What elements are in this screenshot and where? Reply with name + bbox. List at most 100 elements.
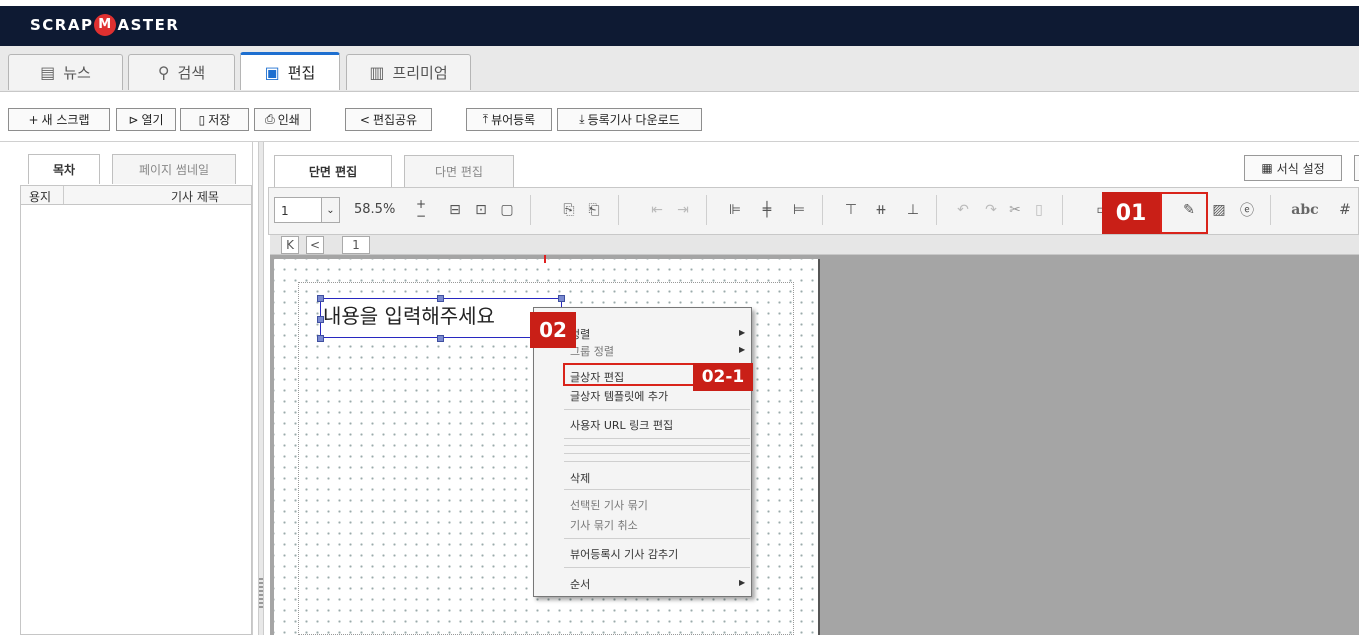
open-label: 열기	[141, 113, 164, 127]
left-panel-border	[252, 142, 253, 635]
editor-tab-bar: 단면 편집 다면 편집	[264, 142, 1359, 187]
paste-icon[interactable]: ▯	[1030, 199, 1048, 221]
annotation-step-01: 01	[1102, 192, 1160, 234]
panel-splitter[interactable]	[258, 142, 264, 635]
align-center-icon[interactable]: ╪	[758, 199, 776, 221]
download-articles-label: 등록기사 다운로드	[587, 113, 680, 127]
menu-item-group-articles[interactable]: 선택된 기사 묶기	[570, 497, 648, 513]
tab-search[interactable]: ⚲ 검색	[128, 54, 235, 90]
first-page-button[interactable]: K	[281, 236, 299, 254]
tab-multi-edit-label: 다면 편집	[435, 165, 483, 179]
open-button[interactable]: ⊳ 열기	[116, 108, 176, 131]
download-articles-button[interactable]: ⤓ 등록기사 다운로드	[557, 108, 702, 131]
add-page-icon[interactable]: ⎘	[560, 199, 578, 221]
menu-item-ungroup-articles[interactable]: 기사 묶기 취소	[570, 517, 638, 533]
toolbar-divider	[936, 195, 937, 225]
left-panel: 목차 페이지 썸네일 용지 기사 제목	[20, 142, 252, 635]
tab-premium-label: 프리미엄	[392, 64, 448, 82]
page-number-tab[interactable]: 1	[342, 236, 370, 254]
format-settings-label: 서식 설정	[1276, 161, 1325, 176]
menu-item-delete[interactable]: 삭제	[570, 470, 590, 486]
submenu-arrow-icon: ▶	[739, 345, 746, 354]
menu-separator	[564, 409, 750, 410]
save-button[interactable]: ▯ 저장	[180, 108, 249, 131]
center-guide-mark	[544, 255, 546, 263]
more-button[interactable]	[1354, 155, 1359, 181]
share-edit-button[interactable]: < 편집공유	[345, 108, 432, 131]
toolbar-divider	[822, 195, 823, 225]
image-icon[interactable]: ▨	[1210, 199, 1228, 221]
tab-search-label: 검색	[177, 64, 206, 82]
grid-icon[interactable]: #	[1336, 199, 1354, 221]
menu-separator	[564, 453, 750, 454]
viewer-register-button[interactable]: ⤒ 뷰어등록	[466, 108, 552, 131]
next-page-icon[interactable]: ⇥	[674, 199, 692, 221]
resize-handle[interactable]	[317, 316, 324, 323]
toc-list[interactable]	[20, 205, 252, 635]
annotation-step-02-1: 02-1	[693, 363, 753, 391]
chevron-down-icon[interactable]: ⌄	[321, 198, 339, 222]
align-middle-icon[interactable]: ⧺	[872, 199, 890, 221]
logo-text-left: SCRAP	[30, 16, 94, 34]
tab-single-edit[interactable]: 단면 편집	[274, 155, 392, 187]
format-settings-button[interactable]: ▦ 서식 설정	[1244, 155, 1342, 181]
tab-edit[interactable]: ▣ 편집	[240, 52, 340, 90]
menu-item-group-align[interactable]: 그룹 정렬	[570, 343, 614, 359]
newspaper-icon: ▤	[40, 63, 56, 82]
menu-separator	[564, 489, 750, 490]
tab-toc[interactable]: 목차	[28, 154, 100, 184]
tab-edit-label: 편집	[287, 64, 316, 82]
undo-icon[interactable]: ↶	[954, 199, 972, 221]
prev-page-icon[interactable]: ⇤	[648, 199, 666, 221]
header-top-strip	[0, 0, 1359, 6]
tab-news[interactable]: ▤ 뉴스	[8, 54, 123, 90]
menu-separator	[564, 445, 750, 446]
page-select-value: 1	[281, 204, 289, 218]
menu-item-add-textbox-template[interactable]: 글상자 템플릿에 추가	[570, 388, 668, 404]
annotation-step-02: 02	[530, 312, 576, 348]
menu-item-hide-on-viewer[interactable]: 뷰어등록시 기사 감추기	[570, 546, 678, 562]
menu-item-order[interactable]: 순서	[570, 576, 590, 592]
logo-m-circle: M	[94, 14, 117, 36]
tab-multi-edit[interactable]: 다면 편집	[404, 155, 514, 187]
col-divider	[63, 186, 64, 204]
tab-single-edit-label: 단면 편집	[308, 165, 358, 179]
resize-handle[interactable]	[558, 295, 565, 302]
fit-width-icon[interactable]: ⊟	[446, 199, 464, 221]
align-left-icon[interactable]: ⊫	[726, 199, 744, 221]
menu-item-edit-url-link[interactable]: 사용자 URL 링크 편집	[570, 417, 673, 433]
redo-icon[interactable]: ↷	[982, 199, 1000, 221]
context-menu: 정렬 ▶ 그룹 정렬 ▶ 글상자 편집 글상자 템플릿에 추가 사용자 URL …	[533, 307, 752, 597]
resize-handle[interactable]	[437, 335, 444, 342]
app-logo: SCRAP M ASTER	[30, 14, 179, 36]
align-top-icon[interactable]: ⊤	[842, 199, 860, 221]
tab-premium[interactable]: ▥ 프리미엄	[346, 54, 471, 90]
tab-page-thumbnail[interactable]: 페이지 썸네일	[112, 154, 236, 184]
prev-page-button[interactable]: <	[306, 236, 324, 254]
fit-height-icon[interactable]: ⊡	[472, 199, 490, 221]
cut-icon[interactable]: ✂	[1006, 199, 1024, 221]
page-select[interactable]: 1 ⌄	[274, 197, 340, 223]
search-icon: ⚲	[157, 63, 170, 82]
plus-icon: +	[28, 112, 39, 127]
disk-icon: ▯	[198, 112, 206, 127]
resize-handle[interactable]	[317, 335, 324, 342]
fit-page-icon[interactable]: ▢	[498, 199, 516, 221]
splitter-grip[interactable]	[259, 578, 263, 608]
web-link-icon[interactable]: ⓔ	[1238, 199, 1256, 221]
text-box[interactable]: 내용을 입력해주세요	[320, 298, 562, 338]
print-button[interactable]: ⎙ 인쇄	[254, 108, 311, 131]
remove-page-icon[interactable]: ⎗	[585, 199, 603, 221]
toolbar-divider	[530, 195, 531, 225]
format-icon: ▦	[1261, 161, 1273, 175]
resize-handle[interactable]	[317, 295, 324, 302]
zoom-value: 58.5%	[354, 202, 396, 217]
text-style-icon[interactable]: abc	[1290, 199, 1320, 221]
align-bottom-icon[interactable]: ⊥	[904, 199, 922, 221]
share-edit-label: 편집공유	[372, 113, 418, 127]
resize-handle[interactable]	[437, 295, 444, 302]
zoom-control[interactable]: 58.5% + −	[346, 197, 426, 223]
align-right-icon[interactable]: ⊨	[790, 199, 808, 221]
zoom-out-icon[interactable]: −	[416, 209, 426, 223]
new-scrap-button[interactable]: + 새 스크랩	[8, 108, 110, 131]
